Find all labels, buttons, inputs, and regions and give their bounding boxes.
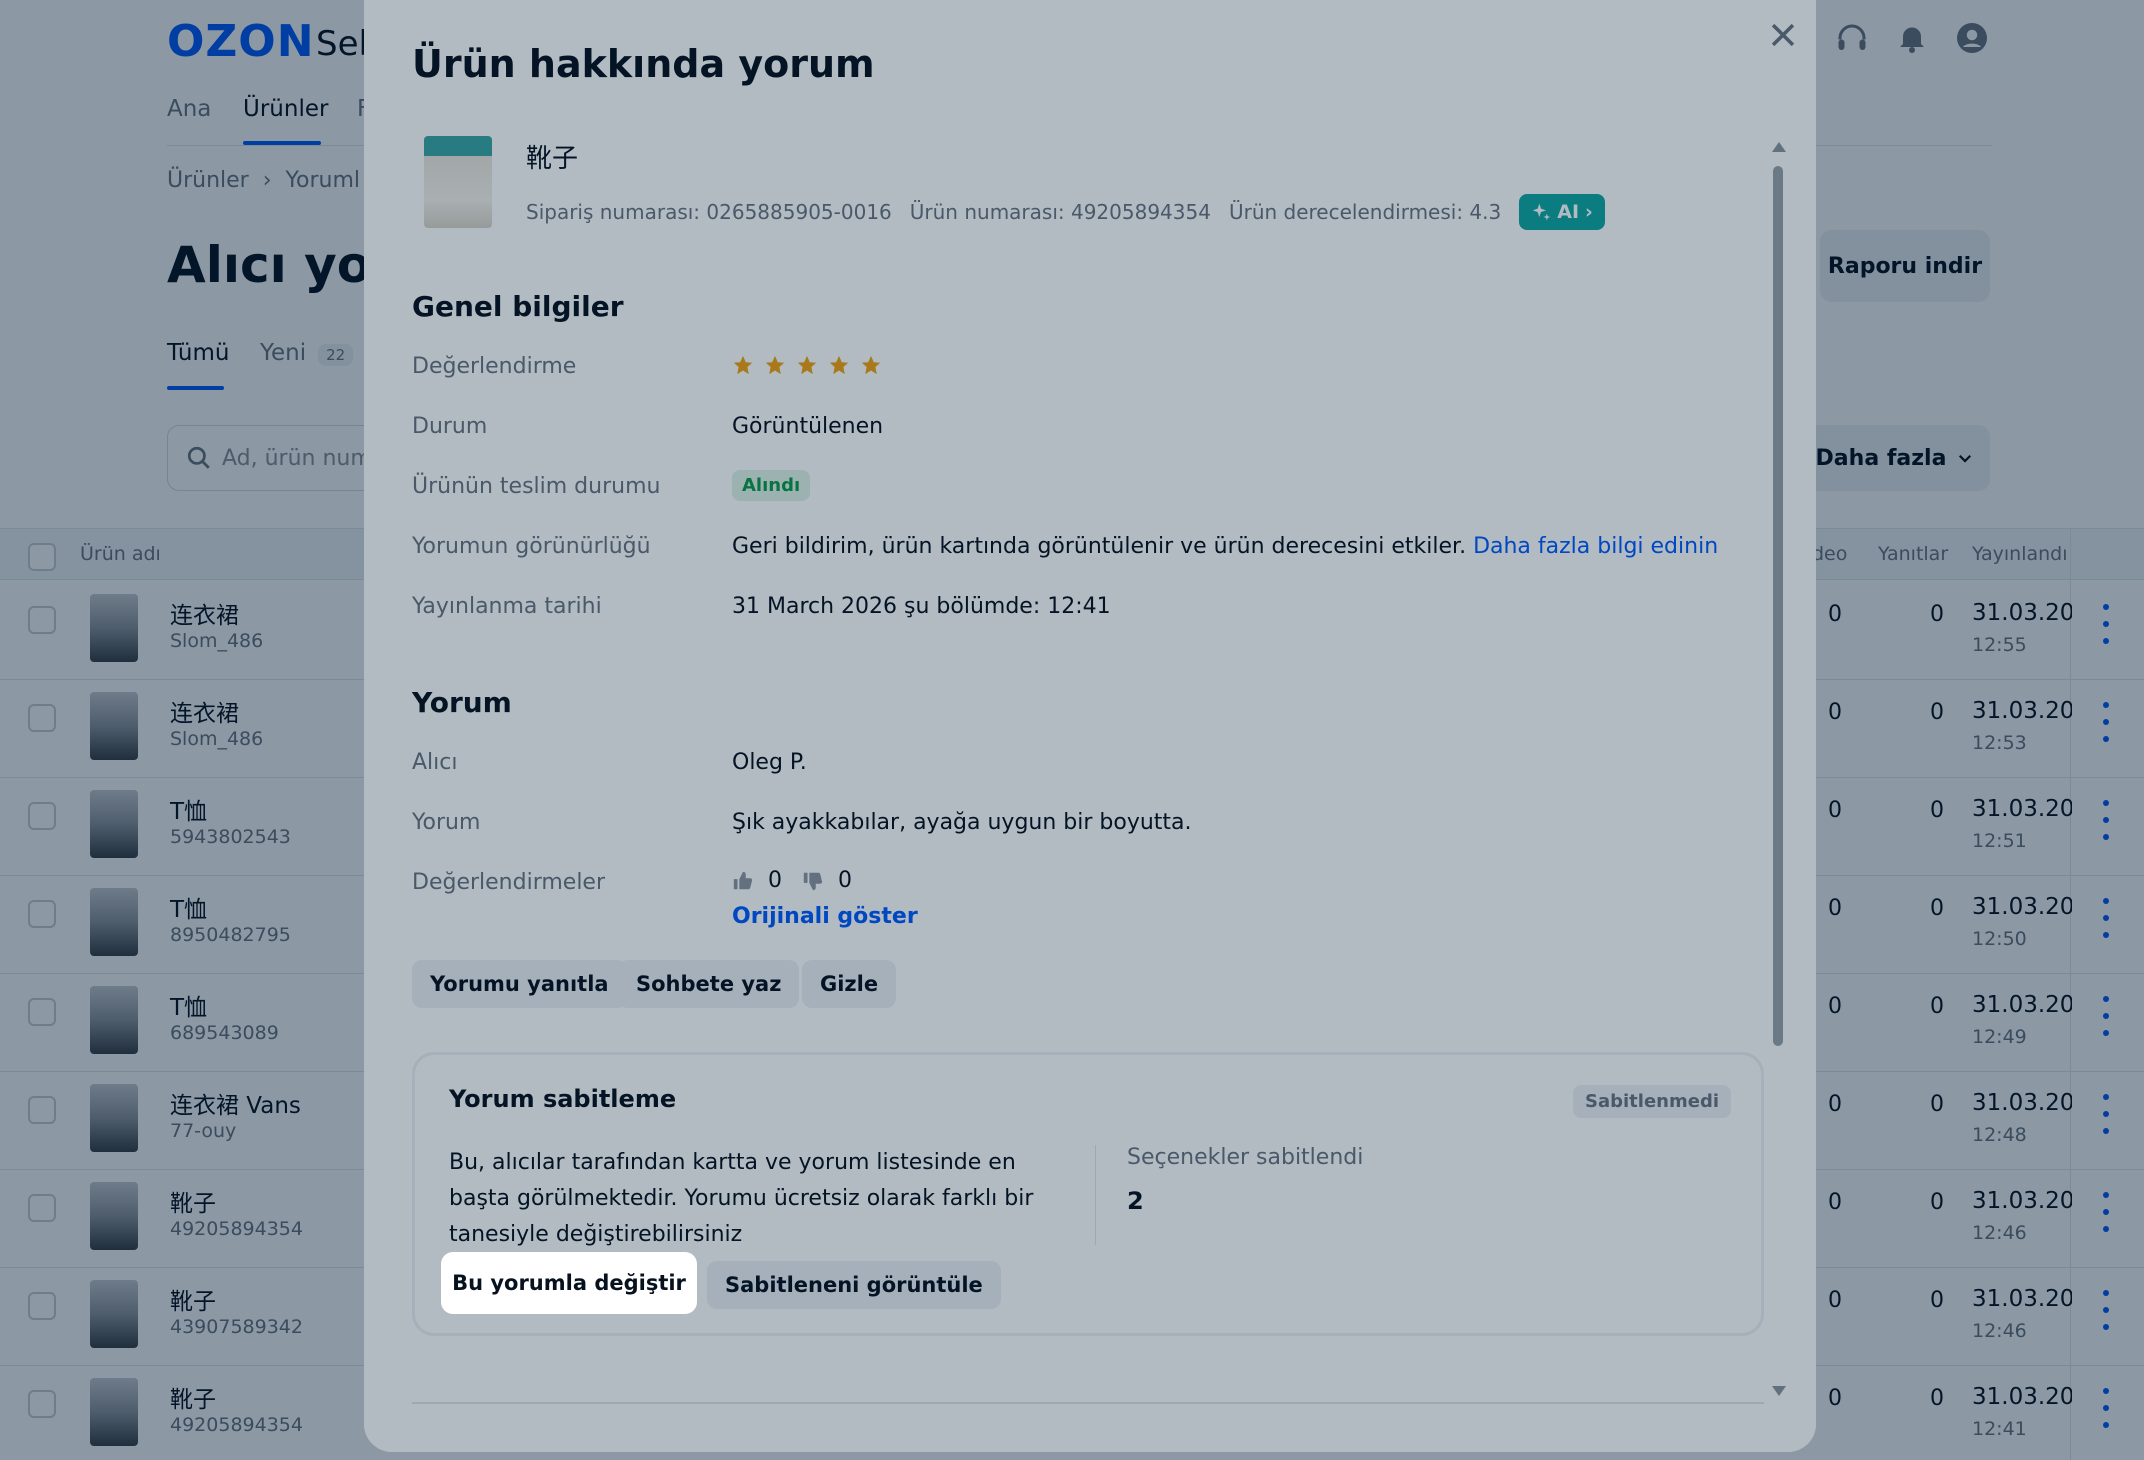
- modal-bottom-divider: [412, 1402, 1764, 1404]
- thumbs-up-icon: [733, 871, 753, 889]
- hide-button[interactable]: Gizle: [802, 960, 897, 1008]
- star-icon: [733, 355, 753, 375]
- star-rating: [732, 354, 882, 376]
- pin-status-badge: Sabitlenmedi: [1573, 1085, 1731, 1118]
- delivery-status-value: Alındı: [732, 470, 811, 501]
- pin-description: Bu, alıcılar tarafından kartta ve yorum …: [449, 1150, 1034, 1247]
- publish-date-label: Yayınlanma tarihi: [412, 594, 602, 619]
- sparkle-icon: [1532, 203, 1551, 221]
- product-name[interactable]: 靴子: [526, 138, 578, 175]
- pin-card-title: Yorum sabitleme: [449, 1085, 677, 1113]
- pin-divider: [1095, 1145, 1096, 1245]
- order-number: Sipariş numarası: 0265885905-0016: [526, 200, 892, 224]
- scrollbar-thumb[interactable]: [1773, 166, 1783, 1046]
- product-meta: Sipariş numarası: 0265885905-0016 Ürün n…: [526, 194, 1605, 230]
- thumbs-down-icon: [803, 872, 823, 890]
- visibility-value: Geri bildirim, ürün kartında görüntüleni…: [732, 534, 1718, 559]
- buyer-value: Oleg P.: [732, 750, 807, 775]
- status-value: Görüntülenen: [732, 414, 884, 439]
- ai-button[interactable]: AI ›: [1519, 194, 1605, 230]
- scroll-up-arrow-icon[interactable]: [1772, 142, 1786, 152]
- pinned-options-label: Seçenekler sabitlendi: [1127, 1145, 1364, 1170]
- close-icon[interactable]: [1766, 18, 1800, 52]
- review-text: Şık ayakkabılar, ayağa uygun bir boyutta…: [732, 810, 1192, 835]
- star-icon: [765, 355, 785, 375]
- visibility-label: Yorumun görünürlüğü: [412, 534, 651, 559]
- star-icon: [797, 355, 817, 375]
- review-label: Yorum: [412, 810, 481, 835]
- delivered-badge: Alındı: [732, 470, 811, 501]
- review-votes: 0 0: [732, 868, 852, 893]
- scroll-down-arrow-icon[interactable]: [1772, 1386, 1786, 1396]
- star-icon: [829, 355, 849, 375]
- write-to-chat-button[interactable]: Sohbete yaz: [618, 960, 800, 1008]
- view-pinned-button[interactable]: Sabitleneni görüntüle: [707, 1261, 1001, 1309]
- status-label: Durum: [412, 414, 488, 439]
- delivery-status-label: Ürünün teslim durumu: [412, 474, 661, 499]
- likes-count: 0: [768, 868, 782, 893]
- product-rating: Ürün derecelendirmesi: 4.3: [1228, 200, 1502, 224]
- dislikes-count: 0: [838, 868, 852, 893]
- product-thumbnail[interactable]: [424, 136, 492, 228]
- rating-label: Değerlendirme: [412, 354, 577, 379]
- visibility-text: Geri bildirim, ürün kartında görüntüleni…: [732, 534, 1467, 559]
- pinned-options-value: 2: [1127, 1187, 1144, 1215]
- general-info-title: Genel bilgiler: [412, 290, 624, 323]
- learn-more-link[interactable]: Daha fazla bilgi edinin: [1473, 534, 1718, 559]
- buyer-label: Alıcı: [412, 750, 458, 775]
- review-modal: Ürün hakkında yorum 靴子 Sipariş numarası:…: [364, 0, 1816, 1452]
- ai-label: AI: [1557, 201, 1580, 223]
- publish-date-value: 31 March 2026 şu bölümde: 12:41: [732, 594, 1111, 619]
- ratings-label: Değerlendirmeler: [412, 870, 606, 895]
- review-section-title: Yorum: [412, 686, 512, 719]
- replace-with-this-review-button[interactable]: Bu yorumla değiştir: [441, 1252, 697, 1314]
- product-number: Ürün numarası: 49205894354: [909, 200, 1211, 224]
- chevron-right-icon: ›: [1585, 201, 1593, 223]
- reply-review-button[interactable]: Yorumu yanıtla: [412, 960, 627, 1008]
- modal-title: Ürün hakkında yorum: [412, 42, 875, 86]
- star-icon: [861, 355, 881, 375]
- show-original-link[interactable]: Orijinali göster: [732, 904, 918, 929]
